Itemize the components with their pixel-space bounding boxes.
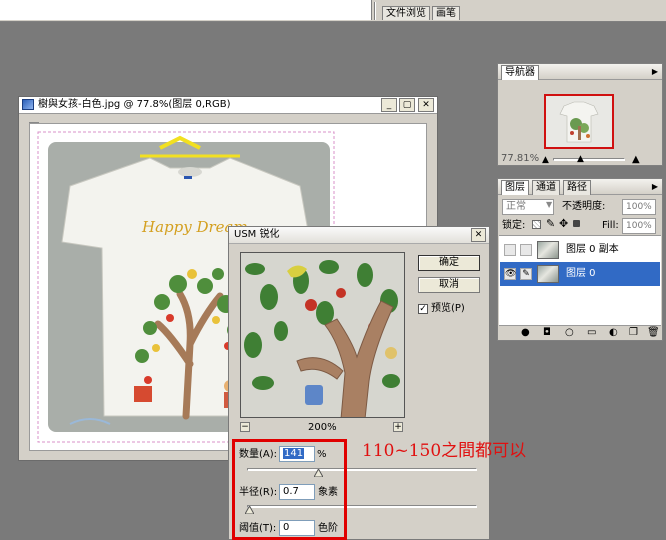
layer-thumbnail xyxy=(537,265,559,283)
document-title: 樹與女孩-白色.jpg @ 77.8%(图层 0,RGB) xyxy=(38,99,231,110)
layers-panel: 图层 通道 路径 ▶ 正常 ▼ 不透明度: 100% 锁定: ✎ ✥ Fill:… xyxy=(497,178,663,341)
chevron-down-icon[interactable]: ▼ xyxy=(546,200,552,209)
fill-label: Fill: xyxy=(602,220,619,231)
layers-bottom-toolbar: ● ◘ ○ ▭ ◐ ❐ 🗑 xyxy=(499,325,661,340)
layer-style-icon[interactable]: ◘ xyxy=(543,327,551,338)
dialog-titlebar[interactable]: USM 锐化 ✕ xyxy=(229,227,489,244)
tab-brushes[interactable]: 画笔 xyxy=(432,6,460,20)
navigator-slider-thumb[interactable]: ▲ xyxy=(577,154,584,164)
cancel-button[interactable]: 取消 xyxy=(418,277,480,293)
eye-icon[interactable]: 👁 xyxy=(504,268,516,280)
layer-row-base[interactable]: 👁 ✎ 图层 0 xyxy=(500,262,660,286)
tab-layers[interactable]: 图层 xyxy=(501,180,529,195)
document-titlebar[interactable]: 樹與女孩-白色.jpg @ 77.8%(图层 0,RGB) _ ▢ ✕ xyxy=(19,97,437,114)
lock-label: 锁定: xyxy=(502,220,526,231)
annotation-text: 110~150之間都可以 xyxy=(362,441,527,461)
options-separator xyxy=(374,2,376,20)
preview-image xyxy=(241,253,404,417)
new-group-icon[interactable]: ▭ xyxy=(587,327,596,338)
navigator-thumbnail[interactable] xyxy=(544,94,614,149)
preview-checkbox-label: 预览(P) xyxy=(431,303,465,314)
layers-list: 图层 0 副本 👁 ✎ 图层 0 xyxy=(499,235,661,325)
layer-name[interactable]: 图层 0 xyxy=(566,267,596,281)
new-layer-icon[interactable]: ❐ xyxy=(629,327,638,338)
preview-checkbox[interactable]: ✓ xyxy=(418,304,428,314)
minimize-button[interactable]: _ xyxy=(381,98,397,112)
visibility-toggle[interactable] xyxy=(504,244,516,256)
tab-channels[interactable]: 通道 xyxy=(532,180,560,195)
fill-input[interactable]: 100% xyxy=(622,218,656,234)
link-layers-icon[interactable]: ● xyxy=(521,327,530,338)
photoshop-doc-icon xyxy=(22,99,34,110)
panel-menu-icon[interactable]: ▶ xyxy=(652,182,658,191)
layers-titlebar: 图层 通道 路径 ▶ xyxy=(498,179,662,195)
dialog-title: USM 锐化 xyxy=(234,229,280,240)
opacity-input[interactable]: 100% xyxy=(622,199,656,215)
tab-navigator[interactable]: 导航器 xyxy=(501,65,539,80)
layer-row-copy[interactable]: 图层 0 副本 xyxy=(500,238,660,262)
navigator-panel: 导航器 ▶ 77.81% ▲ ▲ ▲ xyxy=(497,63,663,166)
highlight-box xyxy=(232,439,347,540)
tab-file-browser[interactable]: 文件浏览 xyxy=(382,6,430,20)
panel-menu-icon[interactable]: ▶ xyxy=(652,67,658,76)
close-button[interactable]: ✕ xyxy=(418,98,434,112)
navigator-zoom-slider[interactable] xyxy=(553,158,625,161)
maximize-button[interactable]: ▢ xyxy=(399,98,415,112)
layer-name[interactable]: 图层 0 副本 xyxy=(566,243,619,257)
tab-paths[interactable]: 路径 xyxy=(563,180,591,195)
zoom-in-button[interactable]: + xyxy=(393,422,403,432)
close-button[interactable]: ✕ xyxy=(471,228,486,242)
opacity-label: 不透明度: xyxy=(562,201,606,212)
layer-mask-icon[interactable]: ○ xyxy=(565,327,574,338)
zoom-out-button[interactable]: − xyxy=(240,422,250,432)
navigator-titlebar: 导航器 ▶ xyxy=(498,64,662,80)
preview-zoom-value: 200% xyxy=(308,422,337,433)
layer-thumbnail xyxy=(537,241,559,259)
lock-all-icon[interactable] xyxy=(573,220,580,227)
link-toggle[interactable] xyxy=(520,244,532,256)
adjustment-layer-icon[interactable]: ◐ xyxy=(609,327,618,338)
brush-icon[interactable]: ✎ xyxy=(520,268,532,280)
lock-transparency-icon[interactable] xyxy=(532,220,541,229)
options-bar-blank xyxy=(0,0,372,20)
preview-pane[interactable] xyxy=(240,252,405,418)
lock-paint-icon[interactable]: ✎ xyxy=(546,217,555,230)
zoom-out-icon[interactable]: ▲ xyxy=(542,155,549,165)
navigator-zoom-value[interactable]: 77.81% xyxy=(501,152,539,166)
zoom-in-icon[interactable]: ▲ xyxy=(632,154,640,165)
lock-move-icon[interactable]: ✥ xyxy=(559,217,568,230)
navigator-preview-image xyxy=(546,96,612,147)
delete-layer-icon[interactable]: 🗑 xyxy=(647,327,660,338)
ok-button[interactable]: 确定 xyxy=(418,255,480,271)
